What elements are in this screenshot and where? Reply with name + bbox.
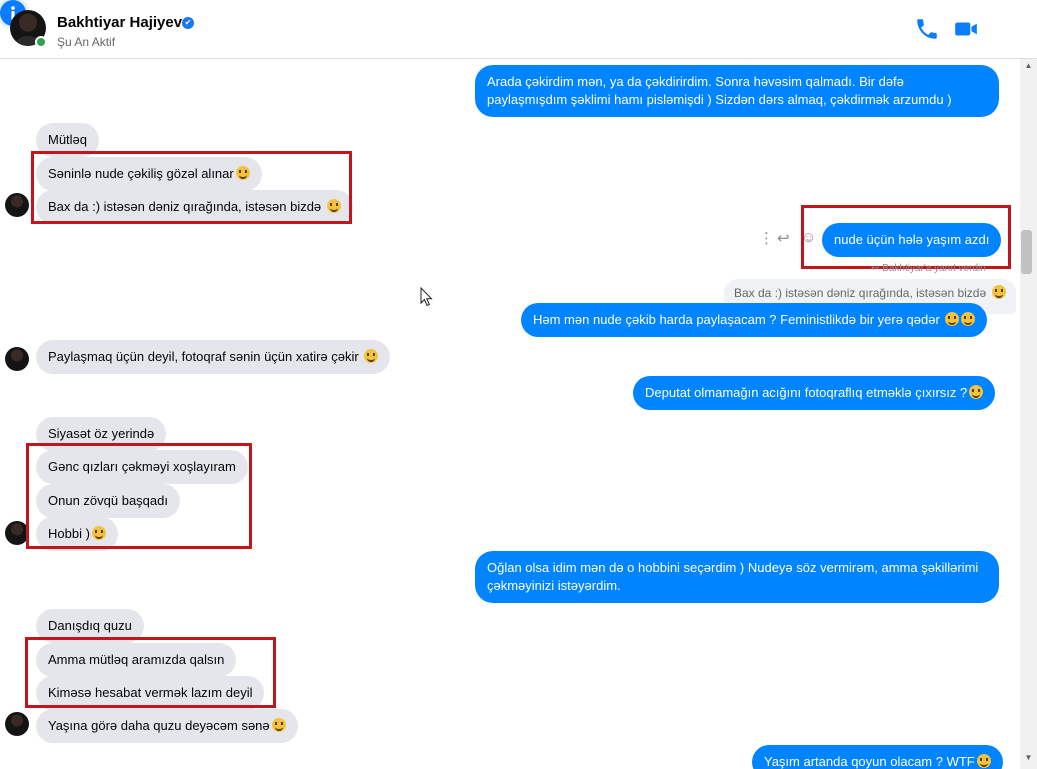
contact-status: Şu An Aktif xyxy=(57,35,116,49)
message-thread[interactable]: Arada çəkirdim mən, ya da çəkdirirdim. S… xyxy=(0,59,1020,769)
incoming-message[interactable]: Paylaşmaq üçün deyil, fotoqraf sənin üçü… xyxy=(36,340,391,374)
verified-badge-icon: ✔ xyxy=(182,17,194,29)
smiley-emoji-icon xyxy=(991,285,1006,299)
contact-name[interactable]: Bakhtiyar Hajiyev xyxy=(57,14,182,31)
online-status-dot xyxy=(35,36,47,48)
highlight-box xyxy=(25,637,276,708)
highlight-box xyxy=(801,205,1011,269)
scroll-up-arrow-icon[interactable]: ▲ xyxy=(1020,61,1037,73)
smiley-emoji-icon xyxy=(945,312,960,326)
phone-icon[interactable] xyxy=(914,16,940,42)
sender-avatar xyxy=(5,193,29,217)
smiley-emoji-icon xyxy=(961,312,976,326)
smiley-emoji-icon xyxy=(271,718,286,732)
reply-note: ↩ Bakhtiyar'a yanıt verdin xyxy=(871,263,986,274)
mouse-cursor-icon xyxy=(420,287,433,307)
smiley-emoji-icon xyxy=(364,349,379,363)
more-options-icon[interactable]: ⋮ xyxy=(759,229,774,247)
video-call-icon[interactable] xyxy=(953,16,979,42)
highlight-box xyxy=(26,443,252,549)
sender-avatar xyxy=(5,347,29,371)
outgoing-message[interactable]: Deputat olmamağın acığını fotoqraflıq et… xyxy=(633,376,996,410)
reply-icon[interactable]: ↩ xyxy=(777,229,790,247)
outgoing-message[interactable]: Yaşım artanda qoyun olacam ? WTF xyxy=(752,745,1003,769)
scroll-down-arrow-icon[interactable]: ▼ xyxy=(1020,753,1037,765)
outgoing-message[interactable]: Oğlan olsa idim mən də o hobbini seçərdi… xyxy=(475,551,999,603)
highlight-box xyxy=(31,151,352,224)
smiley-emoji-icon xyxy=(976,754,991,768)
smiley-emoji-icon xyxy=(969,385,984,399)
sender-avatar xyxy=(5,712,29,736)
scrollbar-track[interactable] xyxy=(1020,59,1037,769)
incoming-message[interactable]: Yaşına görə daha quzu deyəcəm sənə xyxy=(36,709,298,743)
chat-header: Bakhtiyar Hajiyev ✔ Şu An Aktif xyxy=(0,0,1037,59)
scrollbar-thumb[interactable] xyxy=(1021,230,1032,274)
outgoing-message[interactable]: Həm mən nude çəkib harda paylaşacam ? Fe… xyxy=(521,303,988,337)
outgoing-message[interactable]: Arada çəkirdim mən, ya da çəkdirirdim. S… xyxy=(475,65,999,117)
